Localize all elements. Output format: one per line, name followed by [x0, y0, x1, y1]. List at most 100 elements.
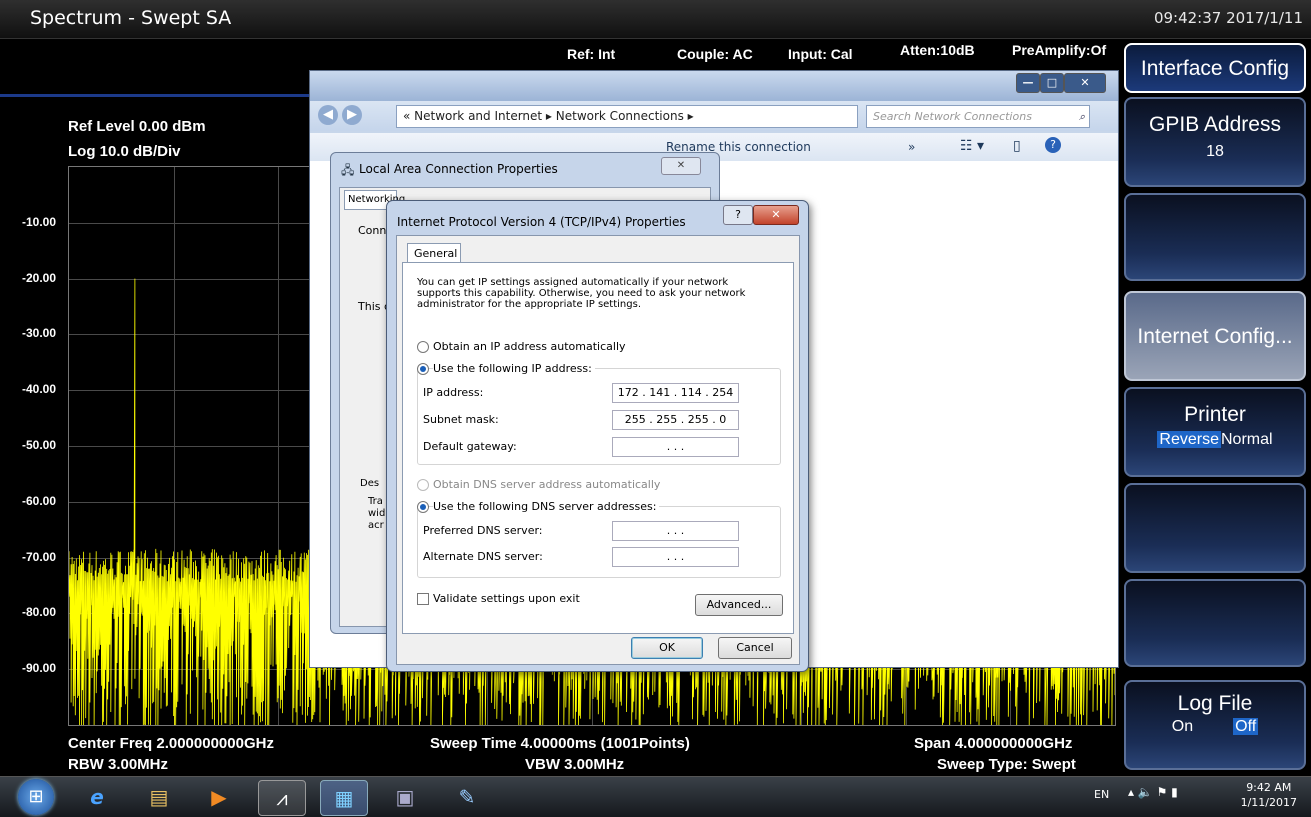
use-dns-radio[interactable] [417, 501, 429, 513]
y-axis-label: -40.00 [22, 382, 57, 397]
y-axis-label: -50.00 [22, 438, 57, 452]
preview-pane-icon[interactable]: ▯ [1013, 138, 1021, 154]
blank-softkey-1[interactable] [1124, 193, 1306, 281]
y-axis-label: -90.00 [22, 661, 57, 676]
use-ip-radio[interactable] [417, 363, 429, 375]
network-icon[interactable]: ▣ [382, 780, 428, 814]
ok-button[interactable]: OK [631, 637, 703, 659]
paint-icon[interactable]: ✎ [444, 780, 490, 814]
log-file-button[interactable]: Log File On Off [1124, 680, 1306, 770]
interface-config-label: Interface Config [1140, 57, 1290, 80]
alternate-dns-label: Alternate DNS server: [423, 550, 543, 563]
close-icon[interactable]: ✕ [753, 205, 799, 225]
clock: 09:42:37 2017/1/11 [1153, 9, 1303, 27]
status-preamp: PreAmplify:Of [1012, 42, 1107, 58]
preferred-dns-label: Preferred DNS server: [423, 524, 543, 537]
internet-config-label: Internet Config... [1137, 325, 1293, 348]
validate-label: Validate settings upon exit [433, 592, 580, 605]
printer-reverse-option[interactable]: Reverse [1157, 431, 1221, 448]
search-input[interactable]: Search Network Connections ⌕ [866, 105, 1090, 128]
cancel-button[interactable]: Cancel [718, 637, 792, 659]
app-title: Spectrum - Swept SA [30, 7, 232, 29]
y-axis-label: -60.00 [22, 493, 57, 508]
lac-title: Local Area Connection Properties [359, 162, 558, 176]
status-ref: Ref: Int [567, 46, 616, 62]
advanced-button[interactable]: Advanced... [695, 594, 783, 616]
status-input: Input: Cal [788, 46, 853, 62]
tab-general[interactable]: General [407, 243, 461, 263]
ip-address-label: IP address: [423, 386, 484, 399]
y-axis-label: -20.00 [22, 270, 57, 285]
help-icon[interactable]: ? [723, 205, 753, 225]
y-axis-label: -80.00 [22, 605, 57, 620]
blank-softkey-3[interactable] [1124, 579, 1306, 667]
tray-clock[interactable]: 9:42 AM 1/11/2017 [1241, 780, 1297, 810]
ip-address-field[interactable]: 172 . 141 . 114 . 254 [612, 383, 739, 403]
close-button[interactable]: ✕ [1064, 73, 1106, 93]
address-row: ◀ ▶ « Network and Internet ▸ Network Con… [310, 101, 1118, 131]
tray-icons[interactable]: ▴ 🔈 ⚑ ▮ [1128, 785, 1178, 799]
interface-config-button[interactable]: Interface Config [1124, 43, 1306, 93]
printer-button[interactable]: Printer Reverse Normal [1124, 387, 1306, 477]
default-gateway-field[interactable]: . . . [612, 437, 739, 457]
search-icon: ⌕ [1078, 110, 1085, 123]
file-explorer-icon[interactable]: ▤ [136, 780, 182, 814]
use-ip-label: Use the following IP address: [433, 362, 595, 375]
status-atten: Atten:10dB [900, 42, 975, 58]
address-bar[interactable]: « Network and Internet ▸ Network Connect… [396, 105, 858, 128]
blank-softkey-2[interactable] [1124, 483, 1306, 573]
sweep-type: Sweep Type: Swept [937, 756, 1076, 773]
y-axis-label: -70.00 [22, 549, 57, 564]
network-icon: 🖧 [341, 163, 355, 177]
vbw: VBW 3.00MHz [525, 756, 625, 773]
log-scale: Log 10.0 dB/Div [68, 143, 181, 160]
start-button[interactable]: ⊞ [18, 779, 54, 815]
control-panel-icon[interactable]: ▦ [320, 780, 368, 816]
printer-title: Printer [1184, 403, 1246, 426]
media-player-icon[interactable]: ▶ [196, 780, 242, 814]
minimize-button[interactable]: — [1016, 73, 1040, 93]
internet-explorer-icon[interactable]: e [74, 780, 120, 814]
center-freq: Center Freq 2.000000000GHz [68, 735, 274, 752]
y-axis-label: -10.00 [22, 214, 57, 229]
alternate-dns-field[interactable]: . . . [612, 547, 739, 567]
gpib-title: GPIB Address [1149, 113, 1281, 136]
ipv4-properties-dialog[interactable]: Internet Protocol Version 4 (TCP/IPv4) P… [386, 200, 809, 672]
y-axis-label: -30.00 [22, 326, 57, 341]
subnet-mask-field[interactable]: 255 . 255 . 255 . 0 [612, 410, 739, 430]
log-file-on-option[interactable]: On [1172, 718, 1193, 735]
gpib-address-button[interactable]: GPIB Address 18 [1124, 97, 1306, 187]
span: Span 4.000000000GHz [914, 735, 1073, 752]
obtain-dns-radio[interactable] [417, 479, 429, 491]
log-file-title: Log File [1177, 692, 1253, 715]
preferred-dns-field[interactable]: . . . [612, 521, 739, 541]
internet-config-button[interactable]: Internet Config... [1124, 291, 1306, 381]
ipv4-body: General You can get IP settings assigned… [396, 235, 800, 665]
explorer-titlebar[interactable]: — □ ✕ [310, 71, 1118, 101]
lac-close-button[interactable]: ✕ [661, 157, 701, 175]
analyzer-app-icon[interactable]: ⩘ [258, 780, 306, 816]
validate-checkbox[interactable] [417, 593, 429, 605]
lac-desc-text: Tra wid acr [368, 496, 386, 531]
toolbar-more[interactable]: » [908, 140, 915, 154]
view-options-icon[interactable]: ☷ ▾ [960, 138, 984, 154]
language-indicator[interactable]: EN [1094, 788, 1109, 801]
status-couple: Couple: AC [677, 46, 753, 62]
forward-arrow-icon[interactable]: ▶ [342, 105, 362, 125]
help-icon[interactable]: ? [1045, 137, 1061, 153]
obtain-ip-label: Obtain an IP address automatically [433, 340, 626, 353]
taskbar: ⊞ e ▤ ▶ ⩘ ▦ ▣ ✎ EN ▴ 🔈 ⚑ ▮ 9:42 AM 1/11/2… [0, 776, 1311, 817]
back-arrow-icon[interactable]: ◀ [318, 105, 338, 125]
obtain-dns-label: Obtain DNS server address automatically [433, 478, 661, 491]
use-dns-label: Use the following DNS server addresses: [433, 500, 660, 513]
ref-level: Ref Level 0.00 dBm [68, 118, 206, 135]
maximize-button[interactable]: □ [1040, 73, 1064, 93]
rbw: RBW 3.00MHz [68, 756, 169, 773]
dns-groupbox [417, 506, 781, 578]
printer-normal-option[interactable]: Normal [1221, 431, 1273, 448]
sweep-time: Sweep Time 4.00000ms (1001Points) [430, 735, 690, 752]
ipv4-intro: You can get IP settings assigned automat… [417, 277, 746, 310]
log-file-off-option[interactable]: Off [1233, 718, 1259, 735]
obtain-ip-radio[interactable] [417, 341, 429, 353]
app-titlebar: Spectrum - Swept SA 09:42:37 2017/1/11 [0, 0, 1311, 39]
